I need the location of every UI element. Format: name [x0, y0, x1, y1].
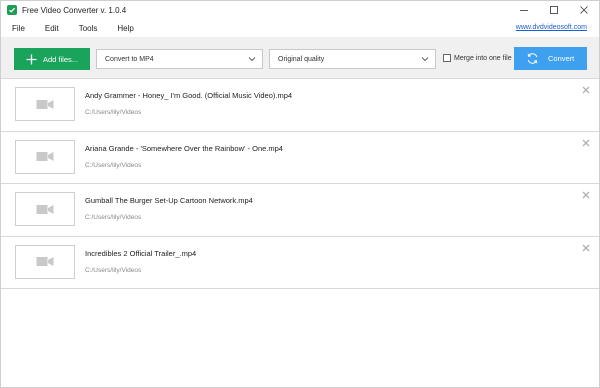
menu-help[interactable]: Help — [107, 24, 143, 33]
file-name: Gumball The Burger Set-Up Cartoon Networ… — [85, 196, 253, 205]
maximize-icon — [550, 6, 558, 14]
minimize-button[interactable] — [509, 1, 539, 19]
format-select-value: Convert to MP4 — [105, 55, 154, 63]
video-thumbnail — [15, 244, 75, 279]
merge-label: Merge into one file — [454, 54, 512, 62]
file-name: Incredibles 2 Official Trailer_.mp4 — [85, 248, 197, 258]
menu-file[interactable]: File — [1, 24, 35, 33]
video-thumbnail — [15, 139, 75, 174]
merge-checkbox[interactable] — [443, 54, 451, 62]
chevron-down-icon — [421, 57, 429, 62]
website-link[interactable]: www.dvdvideosoft.com — [516, 24, 587, 31]
file-path: C:/Users/lily/Videos — [85, 109, 142, 116]
minimize-icon — [520, 10, 528, 11]
title-bar: Free Video Converter v. 1.0.4 — [1, 1, 599, 19]
app-logo-icon — [7, 5, 17, 15]
file-name: Ariana Grande - 'Somewhere Over the Rain… — [85, 143, 283, 153]
file-path: C:/Users/lily/Videos — [85, 214, 142, 221]
menu-tools[interactable]: Tools — [69, 24, 108, 33]
add-files-label: Add files... — [43, 54, 79, 64]
quality-select-value: Original quality — [278, 55, 325, 63]
file-item[interactable]: Andy Grammer - Honey_ I'm Good. (Officia… — [1, 79, 599, 132]
file-item[interactable]: Incredibles 2 Official Trailer_.mp4 C:/U… — [1, 236, 599, 289]
app-window: Free Video Converter v. 1.0.4 File Edit … — [0, 0, 600, 388]
convert-label: Convert — [548, 54, 575, 63]
remove-x-icon — [582, 139, 590, 146]
menu-edit[interactable]: Edit — [35, 24, 69, 33]
remove-x-icon — [582, 191, 590, 199]
add-files-button[interactable]: Add files... — [14, 48, 90, 70]
maximize-button[interactable] — [539, 1, 569, 19]
close-icon — [580, 6, 588, 14]
quality-select[interactable]: Original quality — [269, 49, 436, 69]
convert-button[interactable]: Convert — [514, 47, 587, 70]
file-path: C:/Users/lily/Videos — [85, 266, 142, 274]
video-camera-icon — [36, 99, 54, 109]
video-camera-icon — [36, 257, 54, 266]
file-name: Andy Grammer - Honey_ I'm Good. (Officia… — [85, 91, 293, 100]
plus-icon — [26, 54, 37, 65]
chevron-down-icon — [248, 57, 256, 62]
file-path: C:/Users/lily/Videos — [85, 161, 142, 169]
video-thumbnail — [15, 192, 75, 226]
remove-file-button[interactable] — [581, 243, 591, 253]
file-item[interactable]: Gumball The Burger Set-Up Cartoon Networ… — [1, 184, 599, 237]
refresh-icon — [526, 52, 539, 65]
video-thumbnail — [15, 87, 75, 121]
file-list: Andy Grammer - Honey_ I'm Good. (Officia… — [1, 79, 599, 289]
remove-x-icon — [582, 244, 590, 251]
remove-file-button[interactable] — [581, 138, 591, 148]
window-title: Free Video Converter v. 1.0.4 — [22, 5, 127, 15]
merge-option[interactable]: Merge into one file — [443, 54, 512, 62]
remove-file-button[interactable] — [581, 190, 591, 200]
format-select[interactable]: Convert to MP4 — [96, 49, 263, 69]
remove-x-icon — [582, 86, 590, 94]
video-camera-icon — [36, 152, 54, 161]
remove-file-button[interactable] — [581, 85, 591, 95]
close-window-button[interactable] — [569, 1, 599, 19]
toolbar: Add files... Convert to MP4 Original qua… — [1, 37, 599, 79]
menu-bar: File Edit Tools Help www.dvdvideosoft.co… — [1, 19, 599, 37]
file-item[interactable]: Ariana Grande - 'Somewhere Over the Rain… — [1, 131, 599, 184]
video-camera-icon — [36, 204, 54, 214]
window-controls — [509, 1, 599, 19]
